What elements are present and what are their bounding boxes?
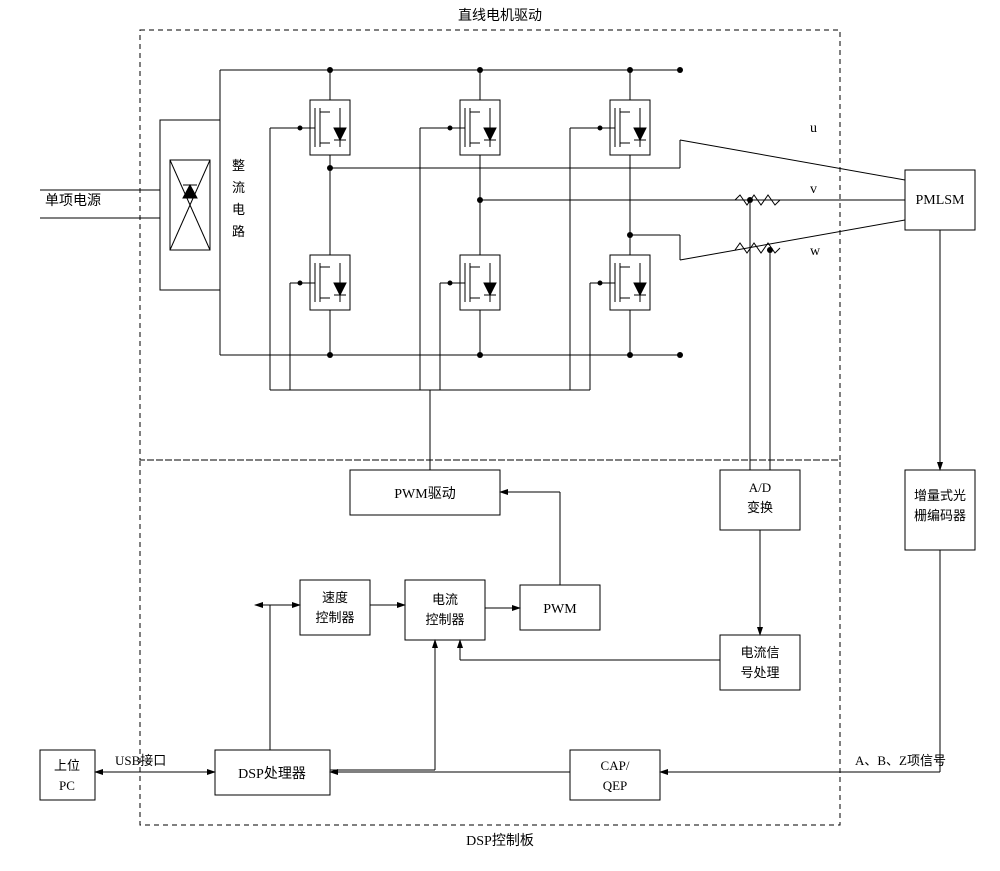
mosfet-icon xyxy=(298,70,350,200)
mosfet-icon xyxy=(448,70,500,200)
current-ctrl-block xyxy=(405,580,485,640)
capqep-label: CAP/QEP xyxy=(601,758,630,793)
phase-v: v xyxy=(810,182,817,197)
pwm-drive-label: PWM驱动 xyxy=(394,486,455,502)
title-bottom: DSP控制板 xyxy=(466,833,534,849)
speed-ctrl-label: 速度控制器 xyxy=(315,590,354,625)
mosfet-icon xyxy=(448,200,500,355)
pwm-label: PWM xyxy=(543,602,577,617)
current-ctrl-label: 电流控制器 xyxy=(425,592,464,627)
rectifier-label: 整流电路 xyxy=(232,158,245,239)
usb-label: USB接口 xyxy=(115,753,166,768)
speed-ctrl-block xyxy=(300,580,370,635)
current-proc-label: 电流信号处理 xyxy=(740,645,779,680)
pc-label: 上位PC xyxy=(54,758,80,793)
mosfet-icon xyxy=(298,200,350,355)
current-proc-block xyxy=(720,635,800,690)
rectifier-icon xyxy=(170,160,210,250)
phase-u: u xyxy=(810,121,817,136)
ad-label: A/D变换 xyxy=(747,480,773,515)
power-label: 单项电源 xyxy=(45,193,101,209)
dsp-label: DSP处理器 xyxy=(238,766,306,782)
phase-w: w xyxy=(810,244,821,259)
resistor-icon xyxy=(735,243,780,253)
block-diagram: 直线电机驱动 单项电源 整流电路 xyxy=(0,0,1000,871)
motor-label: PMLSM xyxy=(915,193,965,208)
mosfet-icon xyxy=(598,70,650,200)
encoder-label: 增量式光栅编码器 xyxy=(914,488,966,523)
mosfet-icon xyxy=(598,200,650,355)
abz-label: A、B、Z项信号 xyxy=(855,753,946,768)
title-top: 直线电机驱动 xyxy=(458,7,542,24)
